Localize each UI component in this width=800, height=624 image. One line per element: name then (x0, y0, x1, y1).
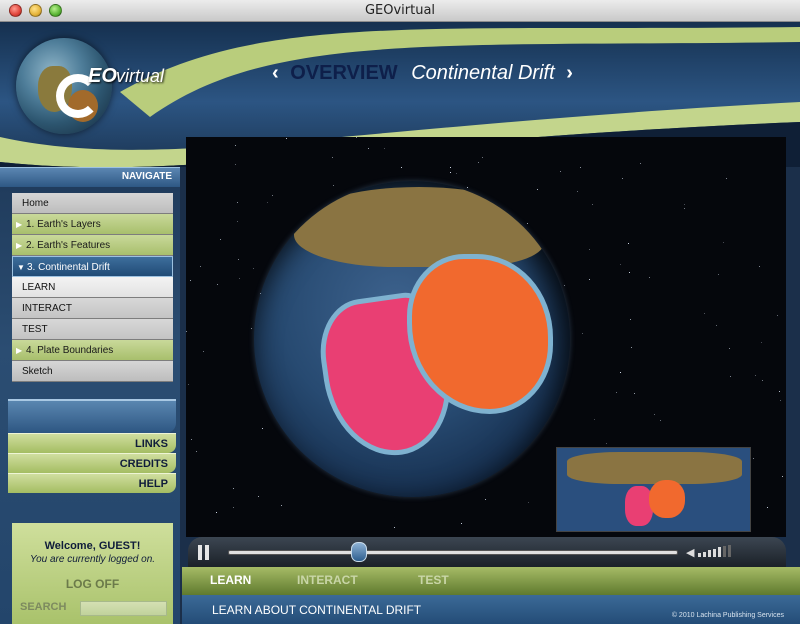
media-player-bar: ◀ (188, 537, 786, 567)
nav-item-label: 3. Continental Drift (27, 262, 110, 273)
nav-item-continental-drift[interactable]: ▼ 3. Continental Drift (12, 256, 173, 277)
nav-item-label: Sketch (22, 366, 53, 377)
log-off-button[interactable]: LOG OFF (12, 577, 173, 591)
login-status: You are currently logged on. (29, 554, 156, 565)
logo-virtual: virtual (116, 66, 165, 86)
nav-item-label: Home (22, 198, 49, 209)
expand-arrow-icon: ▶ (16, 220, 23, 229)
tab-learn[interactable]: LEARN (210, 573, 251, 587)
welcome-message: Welcome, GUEST! (44, 540, 141, 552)
search-input[interactable] (80, 601, 167, 616)
collapse-arrow-icon: ▼ (17, 263, 25, 272)
volume-bar (723, 546, 726, 557)
world-map-inset (556, 447, 751, 532)
help-button[interactable]: HELP (8, 473, 176, 493)
navigate-label: NAVIGATE (121, 171, 172, 182)
nav-item-home[interactable]: Home (12, 193, 173, 214)
side-links-header (8, 399, 176, 433)
expand-arrow-icon: ▶ (16, 346, 23, 355)
nav-item-label: TEST (22, 324, 48, 335)
volume-bar (713, 548, 716, 557)
progress-knob[interactable] (350, 542, 367, 562)
nav-item-plate-boundaries[interactable]: ▶ 4. Plate Boundaries (12, 340, 173, 361)
previous-arrow-icon[interactable]: ‹ (272, 62, 279, 84)
nav-subitem-learn[interactable]: LEARN (12, 277, 173, 298)
tab-test[interactable]: TEST (418, 573, 449, 587)
window-title-bar: GEOvirtual (0, 0, 800, 22)
caption-bar: LEARN ABOUT CONTINENTAL DRIFT © 2010 Lac… (182, 595, 800, 624)
volume-bar (728, 544, 731, 557)
nav-item-sketch[interactable]: Sketch (12, 361, 173, 382)
tab-interact[interactable]: INTERACT (297, 573, 358, 587)
nav-item-label: 1. Earth's Layers (26, 219, 101, 230)
nav-item-earths-features[interactable]: ▶ 2. Earth's Features (12, 235, 173, 256)
overview-label: OVERVIEW (290, 62, 398, 84)
search-label: SEARCH (20, 601, 67, 613)
speaker-icon: ◀ (686, 547, 695, 559)
nav-subitem-test[interactable]: TEST (12, 319, 173, 340)
expand-arrow-icon: ▶ (16, 241, 23, 250)
page-heading: ‹ OVERVIEW Continental Drift › (272, 62, 573, 85)
credits-button[interactable]: CREDITS (8, 453, 176, 473)
window-title: GEOvirtual (364, 3, 436, 18)
next-arrow-icon[interactable]: › (566, 62, 573, 84)
nav-item-earths-layers[interactable]: ▶ 1. Earth's Layers (12, 214, 173, 235)
pause-icon[interactable] (197, 545, 211, 560)
volume-control[interactable]: ◀ (686, 544, 746, 559)
links-button[interactable]: LINKS (8, 433, 176, 453)
copyright-notice: © 2010 Lachina Publishing Services (671, 612, 784, 619)
navigate-header: NAVIGATE (0, 167, 180, 187)
section-caption: LEARN ABOUT CONTINENTAL DRIFT (212, 603, 422, 617)
side-links: LINKS CREDITS HELP (8, 399, 176, 493)
logo-eo: EO (88, 65, 117, 87)
volume-bar (698, 553, 701, 557)
volume-bar (703, 551, 706, 557)
volume-bar (718, 547, 721, 557)
sidebar: NAVIGATE Home ▶ 1. Earth's Layers ▶ 2. Ear… (0, 167, 180, 624)
nav-menu: Home ▶ 1. Earth's Layers ▶ 2. Earth's Feat… (12, 193, 173, 382)
progress-track[interactable] (228, 550, 678, 555)
animation-stage[interactable] (186, 137, 786, 537)
section-tabs: LEARN INTERACT TEST (182, 567, 800, 595)
nav-item-label: 2. Earth's Features (26, 240, 111, 251)
nav-subitem-interact[interactable]: INTERACT (12, 298, 173, 319)
nav-item-label: INTERACT (22, 303, 72, 314)
volume-bar (708, 550, 711, 557)
nav-item-label: LEARN (22, 282, 56, 293)
earth-globe-image (254, 181, 570, 497)
nav-item-label: 4. Plate Boundaries (26, 345, 114, 356)
topic-title: Continental Drift (411, 62, 555, 84)
